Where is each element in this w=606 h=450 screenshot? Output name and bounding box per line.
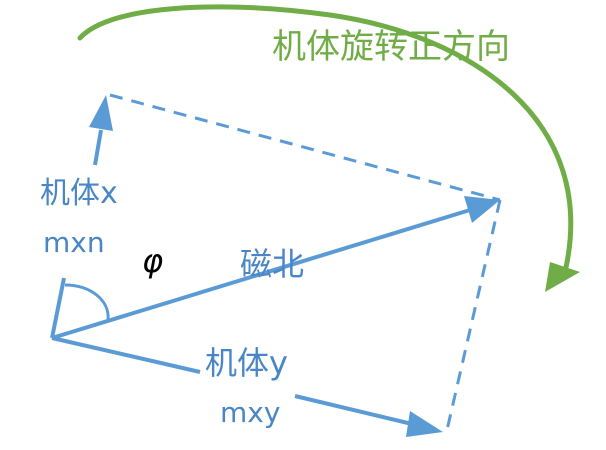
north-label: 磁北 [240, 245, 304, 283]
body-y-arrowhead-icon [406, 411, 443, 437]
angle-arc [64, 283, 110, 321]
dashed-top [109, 93, 501, 202]
diagram-canvas: 机体旋转正方向 机体x mxn φ 磁北 机体y mxy [0, 0, 606, 450]
rotation-arrowhead-icon [545, 262, 580, 292]
mxy-label: mxy [220, 396, 280, 429]
body-x-shaft [93, 129, 103, 166]
diagram-svg: 机体旋转正方向 机体x mxn φ 磁北 机体y mxy [40, 4, 580, 437]
body-y-shaft-2 [294, 394, 413, 426]
body-x-label: 机体x [40, 176, 118, 211]
mxn-label: mxn [43, 226, 105, 259]
mxn-line [50, 277, 66, 339]
north-arrowhead-icon [464, 196, 500, 223]
rotation-label: 机体旋转正方向 [272, 27, 510, 67]
phi-label: φ [142, 242, 163, 280]
body-y-shaft-1 [51, 336, 201, 374]
dashed-right [445, 199, 502, 431]
body-y-label: 机体y [205, 344, 288, 382]
body-x-arrowhead-icon [89, 95, 113, 131]
